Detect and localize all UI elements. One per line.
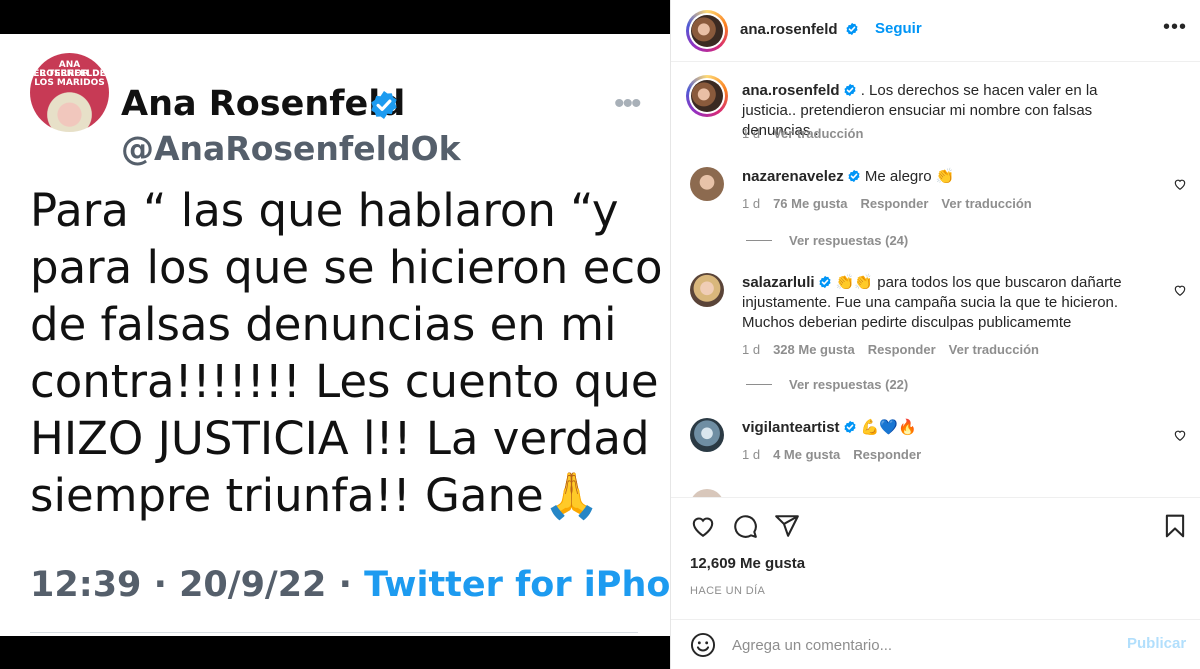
comment-likes[interactable]: 76 Me gusta xyxy=(773,196,847,211)
like-comment-heart-icon[interactable] xyxy=(1173,283,1187,297)
comment-username[interactable]: nazarenavelez xyxy=(742,168,844,185)
comment-likes[interactable]: 328 Me gusta xyxy=(773,342,855,357)
add-comment-bar: Publicar xyxy=(671,619,1200,669)
tweet-avatar: ANA ROSENFELD EL TERROR DE LOS MARIDOS xyxy=(30,53,109,132)
reply-button[interactable]: Responder xyxy=(853,447,921,462)
reply-button[interactable]: Responder xyxy=(861,196,929,211)
publish-button[interactable]: Publicar xyxy=(1127,635,1186,652)
caption-translate-link[interactable]: Ver traducción xyxy=(773,126,863,141)
comment-avatar[interactable] xyxy=(690,167,724,201)
save-bookmark-icon[interactable] xyxy=(1162,513,1188,539)
tweet-text-line: Para “ las que hablaron “y xyxy=(30,184,619,237)
follow-button[interactable]: Seguir xyxy=(875,20,922,37)
comment-text-block: nazarenavelez Me alegro 👏 xyxy=(742,167,1152,187)
comment-text: 💪💙🔥 xyxy=(856,419,917,436)
comment-bubble-icon[interactable] xyxy=(732,513,758,539)
comment-time[interactable]: 1 d xyxy=(742,342,760,357)
replies-line xyxy=(746,384,772,385)
comment-username[interactable]: vigilanteartist xyxy=(742,419,840,436)
caption-avatar[interactable] xyxy=(686,75,728,117)
tweet-timestamp: 12:39 · 20/9/22 · xyxy=(30,565,365,605)
verified-badge-icon xyxy=(843,83,856,97)
share-send-icon[interactable] xyxy=(774,513,800,539)
verified-badge-icon xyxy=(843,420,856,434)
view-replies-label: Ver respuestas (22) xyxy=(789,377,909,392)
tweet-text-line: contra!!!!!!! Les cuento que SE xyxy=(30,355,670,408)
tweet-text-line: de falsas denuncias en mi xyxy=(30,298,617,351)
view-replies-button[interactable]: Ver respuestas (24) xyxy=(746,233,908,248)
tweet-meta: 12:39 · 20/9/22 · Twitter for iPhone xyxy=(30,565,670,605)
header-username-row: ana.rosenfeld xyxy=(740,21,859,39)
comment-meta: 1 d 76 Me gusta Responder Ver traducción xyxy=(742,196,1045,211)
likes-count[interactable]: 12,609 Me gusta xyxy=(690,555,805,572)
verified-badge-icon xyxy=(848,169,860,183)
comment-username[interactable]: salazarluli xyxy=(742,274,815,291)
like-comment-heart-icon[interactable] xyxy=(1173,177,1187,191)
caption-username[interactable]: ana.rosenfeld xyxy=(742,82,840,99)
header-username[interactable]: ana.rosenfeld xyxy=(740,21,838,38)
comment-text: Me alegro 👏 xyxy=(860,168,955,185)
like-comment-heart-icon[interactable] xyxy=(1173,428,1187,442)
comment-time[interactable]: 1 d xyxy=(742,196,760,211)
comment-input[interactable] xyxy=(732,633,1112,657)
tweet-more-icon: ••• xyxy=(614,87,641,120)
comment-text-block: salazarluli 👏👏 para todos los que buscar… xyxy=(742,273,1152,333)
avatar-text-bottom: EL TERROR DE LOS MARIDOS xyxy=(33,69,106,88)
more-options-icon[interactable]: ••• xyxy=(1163,17,1187,37)
caption-meta: 1 d Ver traducción xyxy=(742,126,876,141)
tweet-text-line: para los que se hicieron eco xyxy=(30,241,663,294)
tweet-text: Para “ las que hablaron “y para los que … xyxy=(30,182,670,524)
comment-meta: 1 d 4 Me gusta Responder xyxy=(742,447,934,462)
verified-badge-icon xyxy=(819,275,831,289)
view-replies-label: Ver respuestas (24) xyxy=(789,233,909,248)
tweet-source-app: Twitter for iPhone xyxy=(364,565,670,605)
reply-button[interactable]: Responder xyxy=(868,342,936,357)
verified-badge-icon xyxy=(371,91,397,119)
comment-avatar[interactable] xyxy=(690,273,724,307)
profile-avatar[interactable] xyxy=(686,10,728,52)
post-header: ana.rosenfeld Seguir ••• xyxy=(671,0,1200,62)
verified-badge-icon xyxy=(846,22,858,36)
instagram-post-panel: ana.rosenfeld Seguir ••• ana.rosenfeld .… xyxy=(670,0,1200,669)
view-replies-button[interactable]: Ver respuestas (22) xyxy=(746,377,908,392)
translate-link[interactable]: Ver traducción xyxy=(941,196,1031,211)
post-actions: 12,609 Me gusta HACE UN DÍA xyxy=(671,497,1200,619)
caption-time[interactable]: 1 d xyxy=(742,126,760,141)
comment-text-block: vigilanteartist 💪💙🔥 xyxy=(742,418,1152,438)
comment-meta: 1 d 328 Me gusta Responder Ver traducción xyxy=(742,342,1052,357)
like-heart-icon[interactable] xyxy=(690,513,716,539)
comments-list[interactable]: ana.rosenfeld . Los derechos se hacen va… xyxy=(671,63,1200,497)
post-timestamp[interactable]: HACE UN DÍA xyxy=(690,585,765,597)
tweet-author-name: Ana Rosenfeld xyxy=(121,84,406,124)
comment-time[interactable]: 1 d xyxy=(742,447,760,462)
tweet-author-handle: @AnaRosenfeldOk xyxy=(121,129,461,168)
tweet-screenshot: ANA ROSENFELD EL TERROR DE LOS MARIDOS A… xyxy=(0,34,670,636)
emoji-icon[interactable] xyxy=(690,632,716,658)
divider xyxy=(30,632,638,633)
tweet-text-line: HIZO JUSTICIA l!! La verdad xyxy=(30,412,650,465)
comment-avatar[interactable] xyxy=(690,418,724,452)
translate-link[interactable]: Ver traducción xyxy=(949,342,1039,357)
comment-avatar[interactable] xyxy=(690,489,724,497)
tweet-text-line: siempre triunfa!! Gane🙏 xyxy=(30,469,600,522)
replies-line xyxy=(746,240,772,241)
comment-likes[interactable]: 4 Me gusta xyxy=(773,447,840,462)
